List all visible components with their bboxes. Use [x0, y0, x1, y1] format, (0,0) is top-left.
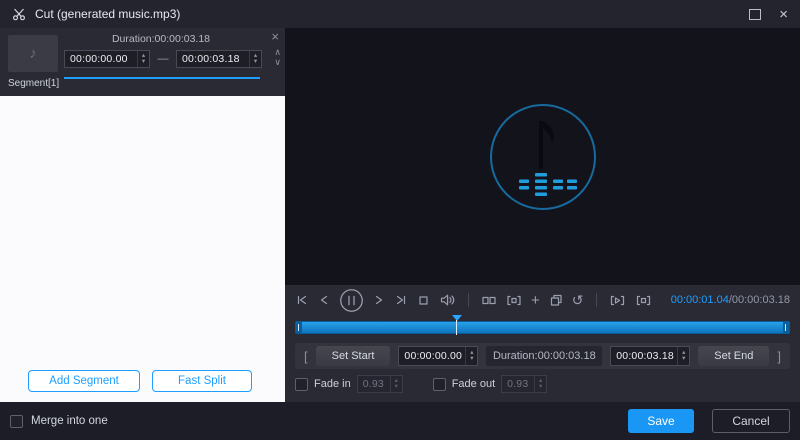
window-title: Cut (generated music.mp3) — [35, 7, 181, 21]
segment-end-value: 00:00:03.18 — [182, 53, 240, 65]
fade-in-value: 0.93 — [362, 378, 384, 390]
window-controls: × — [749, 7, 788, 22]
spinner-down-icon[interactable]: ▾ — [535, 383, 546, 390]
trim-end-input[interactable]: 00:00:03.18 ▴ ▾ — [610, 346, 691, 366]
fade-out-value: 0.93 — [507, 378, 529, 390]
close-bracket: ] — [777, 348, 781, 364]
spinner-down-icon[interactable]: ▾ — [391, 383, 402, 390]
fade-in-spinner: ▴ ▾ — [389, 376, 402, 392]
segment-start-input[interactable]: 00:00:00.00 ▴ ▾ — [64, 50, 150, 68]
trim-end-value: 00:00:03.18 — [616, 350, 674, 362]
segment-start-spinner: ▴ ▾ — [137, 51, 149, 67]
separator — [595, 293, 597, 307]
preview-area — [285, 28, 800, 285]
total-time: /00:00:03.18 — [728, 294, 790, 306]
preview-stop-button[interactable] — [635, 294, 652, 307]
cut-dialog: Cut (generated music.mp3) × ♪ Duration:0… — [0, 0, 800, 440]
set-end-button[interactable]: Set End — [698, 346, 770, 366]
fade-out-input[interactable]: 0.93 ▴ ▾ — [501, 375, 548, 393]
split-selection-icon[interactable] — [506, 294, 522, 307]
timeline-track[interactable] — [295, 321, 790, 334]
set-start-button[interactable]: Set Start — [315, 346, 391, 366]
playhead-line — [456, 320, 458, 335]
segment-close-icon[interactable]: × — [271, 30, 279, 43]
step-forward-button[interactable] — [373, 293, 385, 307]
player-controls-panel: + ↺ 00:00:01.04/00:00:03.18 [Set Start … — [285, 285, 800, 402]
copy-segment-icon[interactable] — [549, 293, 563, 307]
segment-list-panel: ♪ Duration:00:00:03.18 00:00:00.00 ▴ ▾ —… — [0, 28, 285, 402]
segment-end-input[interactable]: 00:00:03.18 ▴ ▾ — [176, 50, 262, 68]
segment-duration-label: Duration:00:00:03.18 — [111, 33, 211, 45]
trim-start-input[interactable]: 00:00:00.00 ▴ ▾ — [398, 346, 479, 366]
segment-item[interactable]: ♪ Duration:00:00:03.18 00:00:00.00 ▴ ▾ —… — [0, 28, 285, 96]
fade-out-spinner: ▴ ▾ — [534, 376, 546, 392]
range-dash: — — [157, 53, 169, 65]
segment-timeline-bar — [64, 77, 260, 79]
fade-in-checkbox[interactable] — [295, 377, 308, 391]
skip-end-button[interactable] — [394, 293, 408, 307]
maximize-icon[interactable] — [749, 8, 762, 20]
trim-duration-label: Duration:00:00:03.18 — [486, 346, 603, 366]
open-bracket: [ — [304, 348, 308, 364]
scissors-icon — [12, 7, 26, 21]
footer-bar: Merge into one Save Cancel — [0, 402, 800, 440]
spinner-down-icon[interactable]: ▾ — [678, 355, 689, 362]
timeline — [295, 315, 790, 338]
reset-icon[interactable]: ↺ — [572, 293, 584, 307]
cancel-button[interactable]: Cancel — [712, 409, 790, 433]
fade-in-label: Fade in — [314, 378, 351, 390]
trim-row: [ Set Start 00:00:00.00 ▴ ▾ Duration:00:… — [295, 343, 790, 369]
skip-start-button[interactable] — [295, 293, 309, 307]
fade-in-input[interactable]: 0.93 ▴ ▾ — [356, 375, 403, 393]
fast-split-button[interactable]: Fast Split — [152, 370, 252, 392]
separator — [468, 293, 469, 307]
timeline-row — [295, 315, 790, 338]
segment-time-inputs: 00:00:00.00 ▴ ▾ — 00:00:03.18 ▴ ▾ — [64, 50, 262, 68]
merge-label: Merge into one — [31, 415, 108, 427]
add-segment-button[interactable]: Add Segment — [28, 370, 140, 392]
spinner-down-icon[interactable]: ▾ — [466, 355, 477, 362]
save-button[interactable]: Save — [628, 409, 694, 433]
trim-start-spinner: ▴ ▾ — [465, 347, 477, 365]
segment-thumbnail: ♪ — [8, 35, 58, 72]
segment-end-spinner: ▴ ▾ — [249, 51, 261, 67]
fade-out-label: Fade out — [451, 378, 496, 390]
time-display: 00:00:01.04/00:00:03.18 — [671, 294, 790, 306]
merge-checkbox[interactable] — [10, 414, 23, 428]
trim-end-spinner: ▴ ▾ — [677, 347, 689, 365]
titlebar: Cut (generated music.mp3) × — [0, 0, 800, 28]
timeline-start-handle[interactable] — [296, 322, 302, 333]
add-segment-icon[interactable]: + — [531, 293, 540, 308]
segment-actions: Add Segment Fast Split — [28, 370, 252, 392]
play-pause-button[interactable] — [339, 288, 364, 313]
trim-start-value: 00:00:00.00 — [404, 350, 463, 362]
chevron-up-icon[interactable]: ∧ — [274, 48, 281, 57]
timeline-end-handle[interactable] — [783, 322, 789, 333]
segment-start-value: 00:00:00.00 — [70, 53, 128, 65]
current-time: 00:00:01.04 — [670, 294, 729, 306]
volume-button[interactable] — [439, 293, 456, 307]
spinner-down-icon[interactable]: ▾ — [138, 58, 149, 65]
stop-button[interactable] — [417, 294, 430, 307]
preview-play-button[interactable] — [609, 294, 626, 307]
spinner-down-icon[interactable]: ▾ — [250, 58, 261, 65]
chevron-down-icon[interactable]: ∨ — [274, 58, 281, 67]
step-backward-button[interactable] — [318, 293, 330, 307]
segment-reorder-controls: ∧ ∨ — [274, 48, 281, 67]
fade-row: Fade in 0.93 ▴ ▾ Fade out 0.93 ▴ ▾ — [295, 373, 790, 395]
audio-emblem-icon — [479, 93, 607, 221]
music-note-thumb-icon: ♪ — [29, 45, 37, 62]
segment-label: Segment[1] — [8, 78, 60, 89]
split-icon[interactable] — [481, 294, 497, 307]
fade-out-checkbox[interactable] — [432, 377, 446, 391]
transport-row: + ↺ 00:00:01.04/00:00:03.18 — [285, 285, 800, 315]
close-icon[interactable]: × — [779, 7, 788, 22]
